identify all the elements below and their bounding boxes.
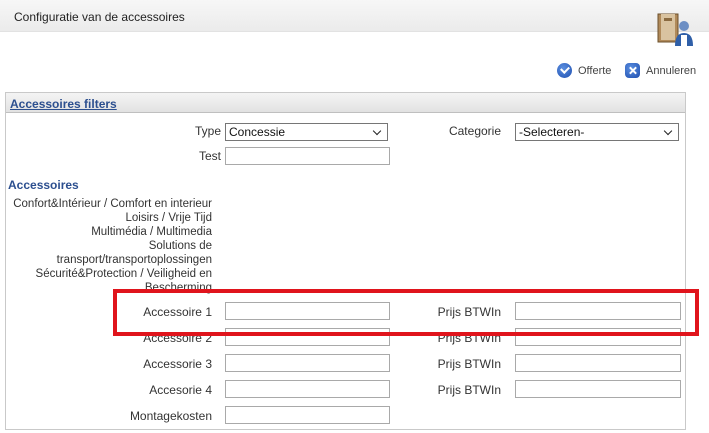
prijs-2-label: Prijs BTWIn	[437, 331, 501, 345]
category-link[interactable]: Multimédia / Multimedia	[8, 226, 212, 239]
accessoire-2-label: Accessoire 2	[143, 331, 212, 345]
accessoire-3-label: Accessorie 3	[143, 357, 212, 371]
offerte-button[interactable]: Offerte	[557, 63, 611, 78]
category-link[interactable]: transport/transportoplossingen	[8, 254, 212, 267]
panel-header: Accessoires filters	[6, 93, 685, 113]
accessoires-heading: Accessoires	[8, 178, 79, 192]
category-link[interactable]: Loisirs / Vrije Tijd	[8, 212, 213, 225]
categorie-select-value: -Selecteren-	[519, 125, 585, 139]
check-icon	[557, 63, 572, 78]
user-document-icon	[657, 13, 693, 46]
accessoire-4-label: Accesorie 4	[149, 383, 212, 397]
category-link[interactable]: Bescherming	[8, 282, 212, 295]
prijs-3-input[interactable]	[515, 354, 681, 372]
test-input[interactable]	[225, 147, 390, 165]
prijs-1-input[interactable]	[515, 302, 681, 320]
type-label: Type	[194, 124, 221, 138]
prijs-4-input[interactable]	[515, 380, 681, 398]
offerte-label: Offerte	[578, 64, 612, 77]
action-bar: Offerte Annuleren	[0, 63, 709, 79]
chevron-down-icon	[372, 126, 382, 135]
montagekosten-label: Montagekosten	[129, 409, 212, 423]
window-title: Configuratie van de accessoires	[14, 10, 185, 24]
prijs-2-input[interactable]	[515, 328, 681, 346]
accessoire-1-input[interactable]	[225, 302, 390, 320]
panel-title: Accessoires filters	[10, 97, 117, 111]
prijs-4-label: Prijs BTWIn	[437, 383, 501, 397]
categorie-label: Categorie	[448, 124, 501, 138]
type-select[interactable]: Concessie	[225, 123, 388, 141]
accessoire-4-input[interactable]	[225, 380, 390, 398]
accessoire-3-input[interactable]	[225, 354, 390, 372]
test-label: Test	[198, 149, 221, 163]
annuleren-label: Annuleren	[646, 64, 697, 77]
categorie-select[interactable]: -Selecteren-	[515, 123, 679, 141]
prijs-3-label: Prijs BTWIn	[437, 357, 501, 371]
accessoire-1-label: Accessoire 1	[143, 305, 212, 319]
annuleren-button[interactable]: Annuleren	[625, 63, 696, 78]
category-link[interactable]: Solutions de	[8, 240, 212, 253]
chevron-down-icon	[663, 126, 673, 135]
montagekosten-input[interactable]	[225, 406, 390, 424]
prijs-1-label: Prijs BTWIn	[437, 305, 501, 319]
window-title-bar: Configuratie van de accessoires	[0, 0, 709, 32]
close-icon	[625, 63, 640, 78]
type-select-value: Concessie	[229, 125, 286, 139]
category-link[interactable]: Sécurité&Protection / Veiligheid en	[8, 268, 212, 281]
category-link[interactable]: Confort&Intérieur / Comfort en interieur	[8, 198, 212, 211]
accessoire-2-input[interactable]	[225, 328, 390, 346]
